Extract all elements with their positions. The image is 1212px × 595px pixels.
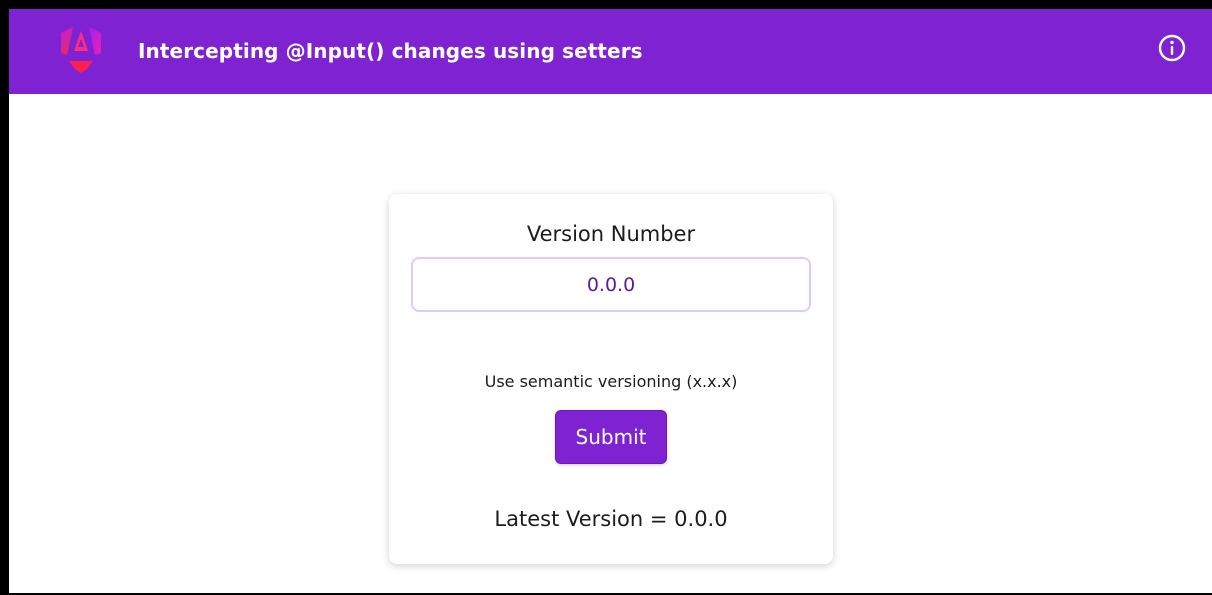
- page-title: Intercepting @Input() changes using sett…: [138, 39, 643, 63]
- version-number-label: Version Number: [526, 222, 696, 246]
- angular-logo-icon[interactable]: [61, 27, 101, 75]
- version-card: Version Number Use semantic versioning (…: [389, 194, 833, 564]
- app-header: Intercepting @Input() changes using sett…: [9, 9, 1212, 94]
- version-input[interactable]: [411, 257, 811, 312]
- submit-button[interactable]: Submit: [555, 410, 667, 464]
- latest-version-value: 0.0.0: [674, 507, 728, 531]
- app-frame: Intercepting @Input() changes using sett…: [0, 0, 1212, 595]
- semver-hint: Use semantic versioning (x.x.x): [484, 372, 738, 391]
- latest-version-text: Latest Version = 0.0.0: [389, 507, 833, 531]
- info-icon[interactable]: [1157, 33, 1187, 63]
- latest-version-label: Latest Version =: [494, 507, 675, 531]
